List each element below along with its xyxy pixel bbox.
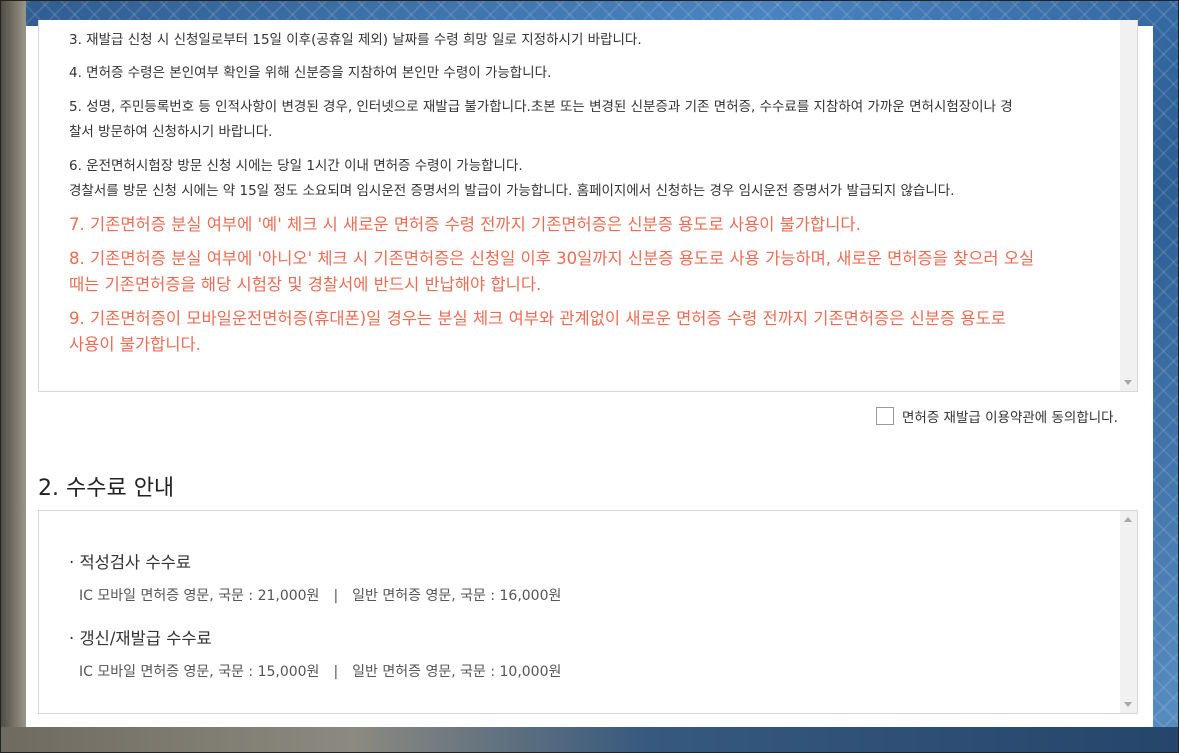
agree-label[interactable]: 면허증 재발급 이용약관에 동의합니다. — [902, 406, 1118, 426]
scroll-up-arrow-icon[interactable] — [1124, 517, 1132, 522]
terms-warning-9: 9. 기존면허증이 모바일운전면허증(휴대폰)일 경우는 분실 체크 여부와 관… — [69, 309, 1006, 328]
terms-item-6: 6. 운전면허시험장 방문 신청 시에는 당일 1시간 이내 면허증 수령이 가… — [69, 158, 523, 174]
renewal-fee-normal: 일반 면허증 영문, 국문 : 10,000원 — [352, 664, 562, 680]
background-left-strip — [0, 0, 26, 753]
terms-warning-7: 7. 기존면허증 분실 여부에 '예' 체크 시 새로운 면허증 수령 전까지 … — [69, 215, 861, 234]
terms-scroll-box[interactable]: 3. 재발급 신청 시 신청일로부터 15일 이후(공휴일 제외) 날짜를 수령… — [38, 20, 1138, 392]
agree-checkbox[interactable] — [876, 407, 894, 425]
aptitude-fee-line: IC 모바일 면허증 영문, 국문 : 21,000원 | 일반 면허증 영문, 국… — [79, 585, 561, 605]
renewal-fee-ic: IC 모바일 면허증 영문, 국문 : 15,000원 — [79, 664, 320, 680]
aptitude-fee-normal: 일반 면허증 영문, 국문 : 16,000원 — [352, 588, 562, 604]
fees-scrollbar[interactable] — [1120, 511, 1137, 713]
terms-item-4: 4. 면허증 수령은 본인여부 확인을 위해 신분증을 지참하여 본인만 수령이… — [69, 65, 552, 81]
scroll-down-arrow-icon[interactable] — [1124, 380, 1132, 385]
terms-warning-8: 8. 기존면허증 분실 여부에 '아니오' 체크 시 기존면허증은 신청일 이후… — [69, 249, 1035, 268]
aptitude-fee-separator: | — [333, 588, 339, 604]
renewal-fee-line: IC 모바일 면허증 영문, 국문 : 15,000원 | 일반 면허증 영문, 국… — [79, 661, 561, 681]
fees-scroll-box[interactable]: · 적성검사 수수료 IC 모바일 면허증 영문, 국문 : 21,000원 | 일… — [38, 510, 1138, 714]
terms-item-3: 3. 재발급 신청 시 신청일로부터 15일 이후(공휴일 제외) 날짜를 수령… — [69, 32, 642, 48]
agree-row[interactable]: 면허증 재발급 이용약관에 동의합니다. — [876, 404, 1118, 428]
terms-scrollbar[interactable] — [1120, 20, 1137, 391]
aptitude-fee-ic: IC 모바일 면허증 영문, 국문 : 21,000원 — [79, 588, 320, 604]
terms-warning-8-cont: 때는 기존면허증을 해당 시험장 및 경찰서에 반드시 반납해야 합니다. — [69, 275, 542, 294]
fees-section-title: 2. 수수료 안내 — [38, 476, 175, 501]
terms-warning-9-cont: 사용이 불가합니다. — [69, 335, 201, 354]
renewal-fee-separator: | — [333, 664, 339, 680]
scroll-down-arrow-icon[interactable] — [1124, 702, 1132, 707]
main-panel: 3. 재발급 신청 시 신청일로부터 15일 이후(공휴일 제외) 날짜를 수령… — [26, 20, 1153, 727]
terms-item-5-cont: 찰서 방문하여 신청하시기 바랍니다. — [69, 124, 273, 140]
renewal-fee-title: · 갱신/재발급 수수료 — [69, 629, 212, 648]
terms-item-5: 5. 성명, 주민등록번호 등 인적사항이 변경된 경우, 인터넷으로 재발급 … — [69, 99, 1013, 115]
background-bottom-strip — [0, 727, 1179, 753]
aptitude-fee-title: · 적성검사 수수료 — [69, 553, 191, 572]
terms-item-6-cont: 경찰서를 방문 신청 시에는 약 15일 정도 소요되며 임시운전 증명서의 발… — [69, 183, 955, 199]
